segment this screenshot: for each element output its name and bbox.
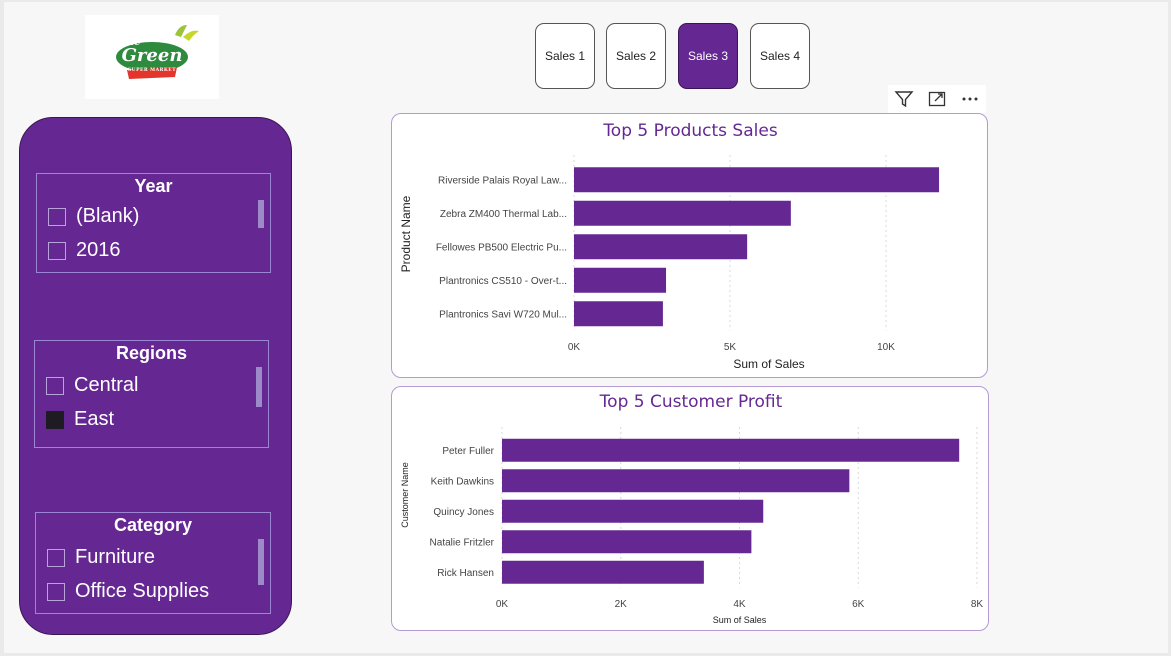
checkbox[interactable] (47, 548, 65, 567)
x-tick-label: 6K (852, 599, 865, 610)
category-label: Quincy Jones (433, 507, 494, 518)
brand-logo: The Green SUPER MARKET (85, 15, 219, 99)
chart-title: Top 5 Products Sales (602, 121, 778, 141)
top-customers-bar-chart: Top 5 Customer Profit 0K 2K 4K 6K 8K Peter Ful… (400, 392, 984, 625)
x-tick-label: 4K (733, 599, 746, 610)
x-axis-label: Sum of Sales (713, 615, 767, 625)
bar[interactable] (502, 438, 960, 462)
logo-subtitle: SUPER MARKET (127, 68, 177, 73)
checkbox[interactable] (47, 582, 65, 601)
category-label: Rick Hansen (437, 568, 494, 579)
regions-slicer-scrollbar[interactable] (256, 367, 262, 407)
checkbox[interactable] (46, 410, 64, 429)
logo-wordmark: Green (121, 45, 183, 66)
nav-button-sales-4[interactable]: Sales 4 (750, 23, 810, 89)
x-tick-label: 8K (971, 599, 984, 610)
x-tick-label: 0K (568, 342, 581, 353)
chart-title: Top 5 Customer Profit (599, 392, 783, 412)
y-axis-label: Product Name (399, 195, 413, 272)
bar[interactable] (502, 530, 752, 554)
bar[interactable] (502, 499, 764, 523)
region-option-label: Central (74, 374, 139, 396)
category-label: Plantronics CS510 - Over-t... (439, 276, 567, 287)
regions-slicer: Regions Central East (34, 340, 269, 448)
x-axis-label: Sum of Sales (733, 357, 804, 371)
bar[interactable] (574, 267, 667, 293)
x-tick-label: 0K (496, 599, 509, 610)
year-option-label: 2016 (76, 239, 121, 261)
bar[interactable] (574, 200, 791, 226)
top-products-bar-chart: Top 5 Products Sales 0K 5K 10K Riverside Pal… (399, 121, 940, 371)
category-slicer-scrollbar[interactable] (258, 539, 264, 585)
visual-header-toolbar (888, 85, 986, 113)
bar[interactable] (574, 301, 663, 327)
bar[interactable] (574, 234, 748, 260)
nav-button-sales-1[interactable]: Sales 1 (535, 23, 595, 89)
nav-button-sales-3[interactable]: Sales 3 (678, 23, 738, 89)
x-tick-label: 10K (877, 342, 895, 353)
top-customers-chart-card[interactable]: Top 5 Customer Profit 0K 2K 4K 6K 8K Peter Ful… (391, 386, 989, 631)
regions-slicer-title: Regions (115, 343, 187, 363)
year-slicer-title: Year (134, 176, 173, 196)
year-option[interactable]: 2016 (48, 239, 121, 262)
region-option[interactable]: Central (46, 374, 138, 397)
checkbox[interactable] (46, 376, 64, 395)
category-label: Zebra ZM400 Thermal Lab... (440, 209, 567, 220)
x-tick-label: 2K (615, 599, 628, 610)
bar[interactable] (502, 560, 704, 584)
category-slicer: Category Furniture Office Supplies (35, 512, 271, 614)
focus-mode-icon[interactable] (923, 87, 951, 111)
year-option-label: (Blank) (76, 205, 140, 227)
category-label: Fellowes PB500 Electric Pu... (436, 242, 567, 253)
more-options-icon[interactable] (956, 87, 984, 111)
category-label: Keith Dawkins (431, 476, 494, 487)
filter-icon[interactable] (890, 87, 918, 111)
year-slicer: Year (Blank) 2016 (36, 173, 271, 273)
year-option[interactable]: (Blank) (48, 205, 139, 228)
nav-button-sales-2[interactable]: Sales 2 (606, 23, 666, 89)
category-option-label: Furniture (75, 546, 156, 568)
bar[interactable] (574, 167, 940, 193)
bar[interactable] (502, 469, 850, 493)
category-option[interactable]: Office Supplies (47, 580, 209, 603)
checkbox[interactable] (48, 241, 66, 260)
y-axis-label: Customer Name (400, 462, 410, 528)
category-slicer-title: Category (113, 515, 193, 535)
category-label: Natalie Fritzler (430, 537, 495, 548)
filter-panel: Year (Blank) 2016 Regions Central East C… (19, 117, 292, 635)
region-option-label: East (74, 408, 115, 430)
category-option[interactable]: Furniture (47, 546, 155, 569)
category-label: Riverside Palais Royal Law... (438, 175, 567, 186)
category-option-label: Office Supplies (75, 580, 210, 602)
status-strip (0, 656, 1171, 667)
year-slicer-scrollbar[interactable] (258, 200, 264, 228)
category-label: Peter Fuller (442, 446, 494, 457)
checkbox[interactable] (48, 207, 66, 226)
category-label: Plantronics Savi W720 Mul... (439, 309, 567, 320)
x-tick-label: 5K (724, 342, 737, 353)
top-products-chart-card[interactable]: Top 5 Products Sales 0K 5K 10K Riverside Pal… (391, 113, 988, 378)
region-option[interactable]: East (46, 408, 114, 431)
